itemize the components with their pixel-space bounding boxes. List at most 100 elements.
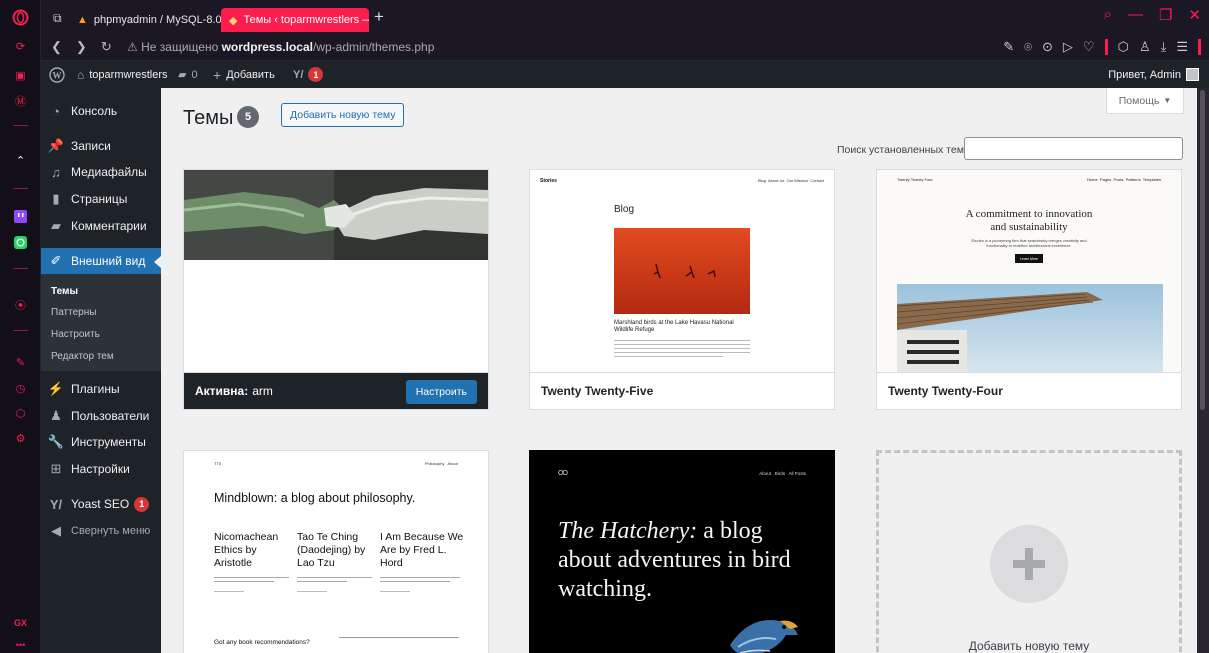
submenu-customize[interactable]: Настроить bbox=[51, 329, 100, 340]
gx-logo-icon[interactable]: GX bbox=[12, 614, 29, 631]
search-themes-input[interactable] bbox=[964, 137, 1183, 160]
scrollbar-thumb[interactable] bbox=[1200, 90, 1205, 410]
menu-collapse[interactable]: ◀ Свернуть меню bbox=[41, 518, 161, 544]
theme-card-philosophy[interactable]: TT5 Philosophy About Mindblown: a blog a… bbox=[183, 450, 489, 653]
tab-menu-icon[interactable]: ⧉ bbox=[53, 11, 62, 26]
history-icon[interactable]: ◷ bbox=[12, 380, 29, 397]
tab-wordpress-themes[interactable]: ◆ Темы ‹ toparmwrestlers — bbox=[221, 8, 369, 32]
menu-media[interactable]: ♫ Медиафайлы bbox=[41, 159, 161, 185]
browser-window: ⟳ ▣ Ⓜ ⌃ ⦿ ✎ ◷ ⬡ ⚙ GX ••• ⧉ ▲ phpmyadmin … bbox=[0, 0, 1209, 653]
camera-icon[interactable]: ⌾ bbox=[1024, 39, 1032, 55]
theme-screenshot[interactable]: Stories Blog About Us Our Mission Contac… bbox=[530, 170, 834, 372]
yoast-icon: Y/ bbox=[49, 496, 63, 512]
menu-yoast[interactable]: Y/ Yoast SEO 1 bbox=[41, 491, 161, 517]
theme-card-twentytwentyfive[interactable]: Stories Blog About Us Our Mission Contac… bbox=[529, 169, 835, 410]
add-new-theme-card[interactable]: Добавить новую тему bbox=[876, 450, 1182, 653]
page-icon: ▮ bbox=[52, 191, 60, 206]
opera-logo-icon[interactable] bbox=[12, 9, 29, 26]
menu-label: Инструменты bbox=[71, 435, 146, 449]
forward-icon[interactable]: ❯ bbox=[76, 39, 87, 55]
player-icon[interactable]: ⦿ bbox=[12, 296, 29, 313]
add-new-link[interactable]: + Добавить bbox=[213, 61, 275, 88]
submenu-theme-editor[interactable]: Редактор тем bbox=[51, 351, 114, 362]
gx-control-icon[interactable]: ▣ bbox=[12, 67, 29, 84]
menu-comments[interactable]: ▰ Комментарии bbox=[41, 213, 161, 239]
maximize-icon[interactable]: ❐ bbox=[1159, 6, 1172, 24]
arrow-up-icon[interactable]: ⌃ bbox=[12, 152, 29, 169]
help-button[interactable]: Помощь ▼ bbox=[1106, 88, 1184, 114]
profile-icon[interactable]: ♙ bbox=[1139, 39, 1151, 55]
preview-question: Got any book recommendations? bbox=[214, 639, 310, 646]
search-tabs-icon[interactable]: ⌕ bbox=[1104, 6, 1112, 24]
close-icon[interactable]: ✕ bbox=[1188, 6, 1201, 24]
preview-text-lines bbox=[614, 340, 750, 370]
preview-nav: About Birds All Posts bbox=[759, 471, 806, 476]
dashboard-icon: ◔ bbox=[52, 103, 60, 119]
theme-screenshot[interactable] bbox=[184, 170, 488, 372]
theme-name: Twenty Twenty-Four bbox=[877, 372, 1181, 409]
active-prefix: Активна: bbox=[195, 384, 249, 398]
menu-label: Свернуть меню bbox=[71, 525, 151, 537]
yoast-link[interactable]: Y/ 1 bbox=[293, 61, 324, 88]
menu-appearance[interactable]: ✐ Внешний вид bbox=[41, 248, 161, 274]
preview-nav: Philosophy About bbox=[424, 461, 458, 466]
gx-divider bbox=[13, 125, 28, 126]
menu-posts[interactable]: 📌 Записи bbox=[41, 133, 161, 159]
reload-icon[interactable]: ↻ bbox=[101, 39, 112, 55]
minimize-icon[interactable]: — bbox=[1128, 6, 1143, 24]
twitch-icon[interactable] bbox=[12, 208, 29, 225]
menu-icon[interactable]: ☰ bbox=[1176, 39, 1188, 55]
bird-photo bbox=[614, 228, 750, 314]
submenu-patterns[interactable]: Паттерны bbox=[51, 307, 96, 318]
appearance-submenu: Темы Паттерны Настроить Редактор тем bbox=[41, 274, 161, 371]
settings-icon: ⊞ bbox=[50, 461, 62, 476]
add-new-theme-button[interactable]: Добавить новую тему bbox=[281, 103, 405, 127]
brush-icon: ✐ bbox=[50, 253, 62, 268]
gear-icon[interactable]: ⚙ bbox=[12, 430, 29, 447]
theme-screenshot[interactable]: Twenty Twenty Four Home Pages Posts Patt… bbox=[877, 170, 1181, 372]
site-name: toparmwrestlers bbox=[89, 68, 168, 81]
theme-card-active[interactable]: Активна: arm Настроить bbox=[183, 169, 489, 410]
edit-icon[interactable]: ✎ bbox=[1003, 39, 1014, 55]
wordpress-logo-icon[interactable]: W bbox=[49, 61, 65, 88]
help-label: Помощь bbox=[1118, 94, 1160, 107]
menu-pages[interactable]: ▮ Страницы bbox=[41, 186, 161, 212]
menu-label: Комментарии bbox=[71, 219, 147, 233]
customize-button[interactable]: Настроить bbox=[405, 380, 477, 404]
tab-phpmyadmin[interactable]: ▲ phpmyadmin / MySQL-8.0 bbox=[69, 8, 245, 32]
submenu-themes[interactable]: Темы bbox=[51, 286, 78, 297]
menu-tools[interactable]: 🔧 Инструменты bbox=[41, 429, 161, 455]
pinboard-icon[interactable]: ✎ bbox=[12, 354, 29, 371]
player-icon[interactable]: ▷ bbox=[1063, 39, 1073, 55]
theme-card-hatchery[interactable]: OO About Birds All Posts The Hatchery: a… bbox=[529, 450, 835, 653]
wordpress-tab-icon: ◆ bbox=[229, 14, 238, 27]
extension-icon[interactable]: ⟳ bbox=[12, 38, 29, 55]
menu-dashboard[interactable]: ◔ Консоль bbox=[41, 98, 161, 124]
menu-users[interactable]: ♟ Пользователи bbox=[41, 403, 161, 429]
theme-screenshot[interactable]: OO About Birds All Posts The Hatchery: a… bbox=[530, 451, 834, 653]
theme-screenshot[interactable]: TT5 Philosophy About Mindblown: a blog a… bbox=[184, 451, 488, 653]
menu-settings[interactable]: ⊞ Настройки bbox=[41, 456, 161, 482]
menu-label: Пользователи bbox=[71, 409, 150, 423]
menu-plugins[interactable]: ⚡ Плагины bbox=[41, 376, 161, 402]
gx-corner-icon[interactable]: Ⓜ bbox=[12, 92, 29, 109]
heart-icon[interactable]: ♡ bbox=[1083, 39, 1095, 55]
theme-card-twentytwentyfour[interactable]: Twenty Twenty Four Home Pages Posts Patt… bbox=[876, 169, 1182, 410]
divider bbox=[1198, 39, 1201, 55]
more-icon[interactable]: ••• bbox=[12, 636, 29, 653]
comments-link[interactable]: ▰ 0 bbox=[178, 61, 198, 88]
cube-icon[interactable]: ⬡ bbox=[12, 405, 29, 422]
new-tab-button[interactable]: + bbox=[374, 7, 384, 27]
phpmyadmin-icon: ▲ bbox=[77, 14, 88, 26]
vpn-icon[interactable]: ⊙ bbox=[1042, 39, 1053, 55]
download-icon[interactable]: ⤓ bbox=[1161, 39, 1167, 55]
menu-label: Медиафайлы bbox=[71, 165, 147, 179]
url-field[interactable]: ⚠ Не защищено wordpress.local/wp-admin/t… bbox=[127, 40, 434, 54]
site-name-link[interactable]: ⌂ toparmwrestlers bbox=[77, 61, 168, 88]
cube-icon[interactable]: ⬡ bbox=[1118, 39, 1129, 55]
scrollbar[interactable] bbox=[1197, 88, 1209, 653]
whatsapp-icon[interactable] bbox=[12, 234, 29, 251]
add-new-label: Добавить bbox=[226, 68, 275, 81]
back-icon[interactable]: ❮ bbox=[51, 39, 62, 55]
my-account-link[interactable]: Привет, Admin bbox=[1108, 61, 1199, 88]
